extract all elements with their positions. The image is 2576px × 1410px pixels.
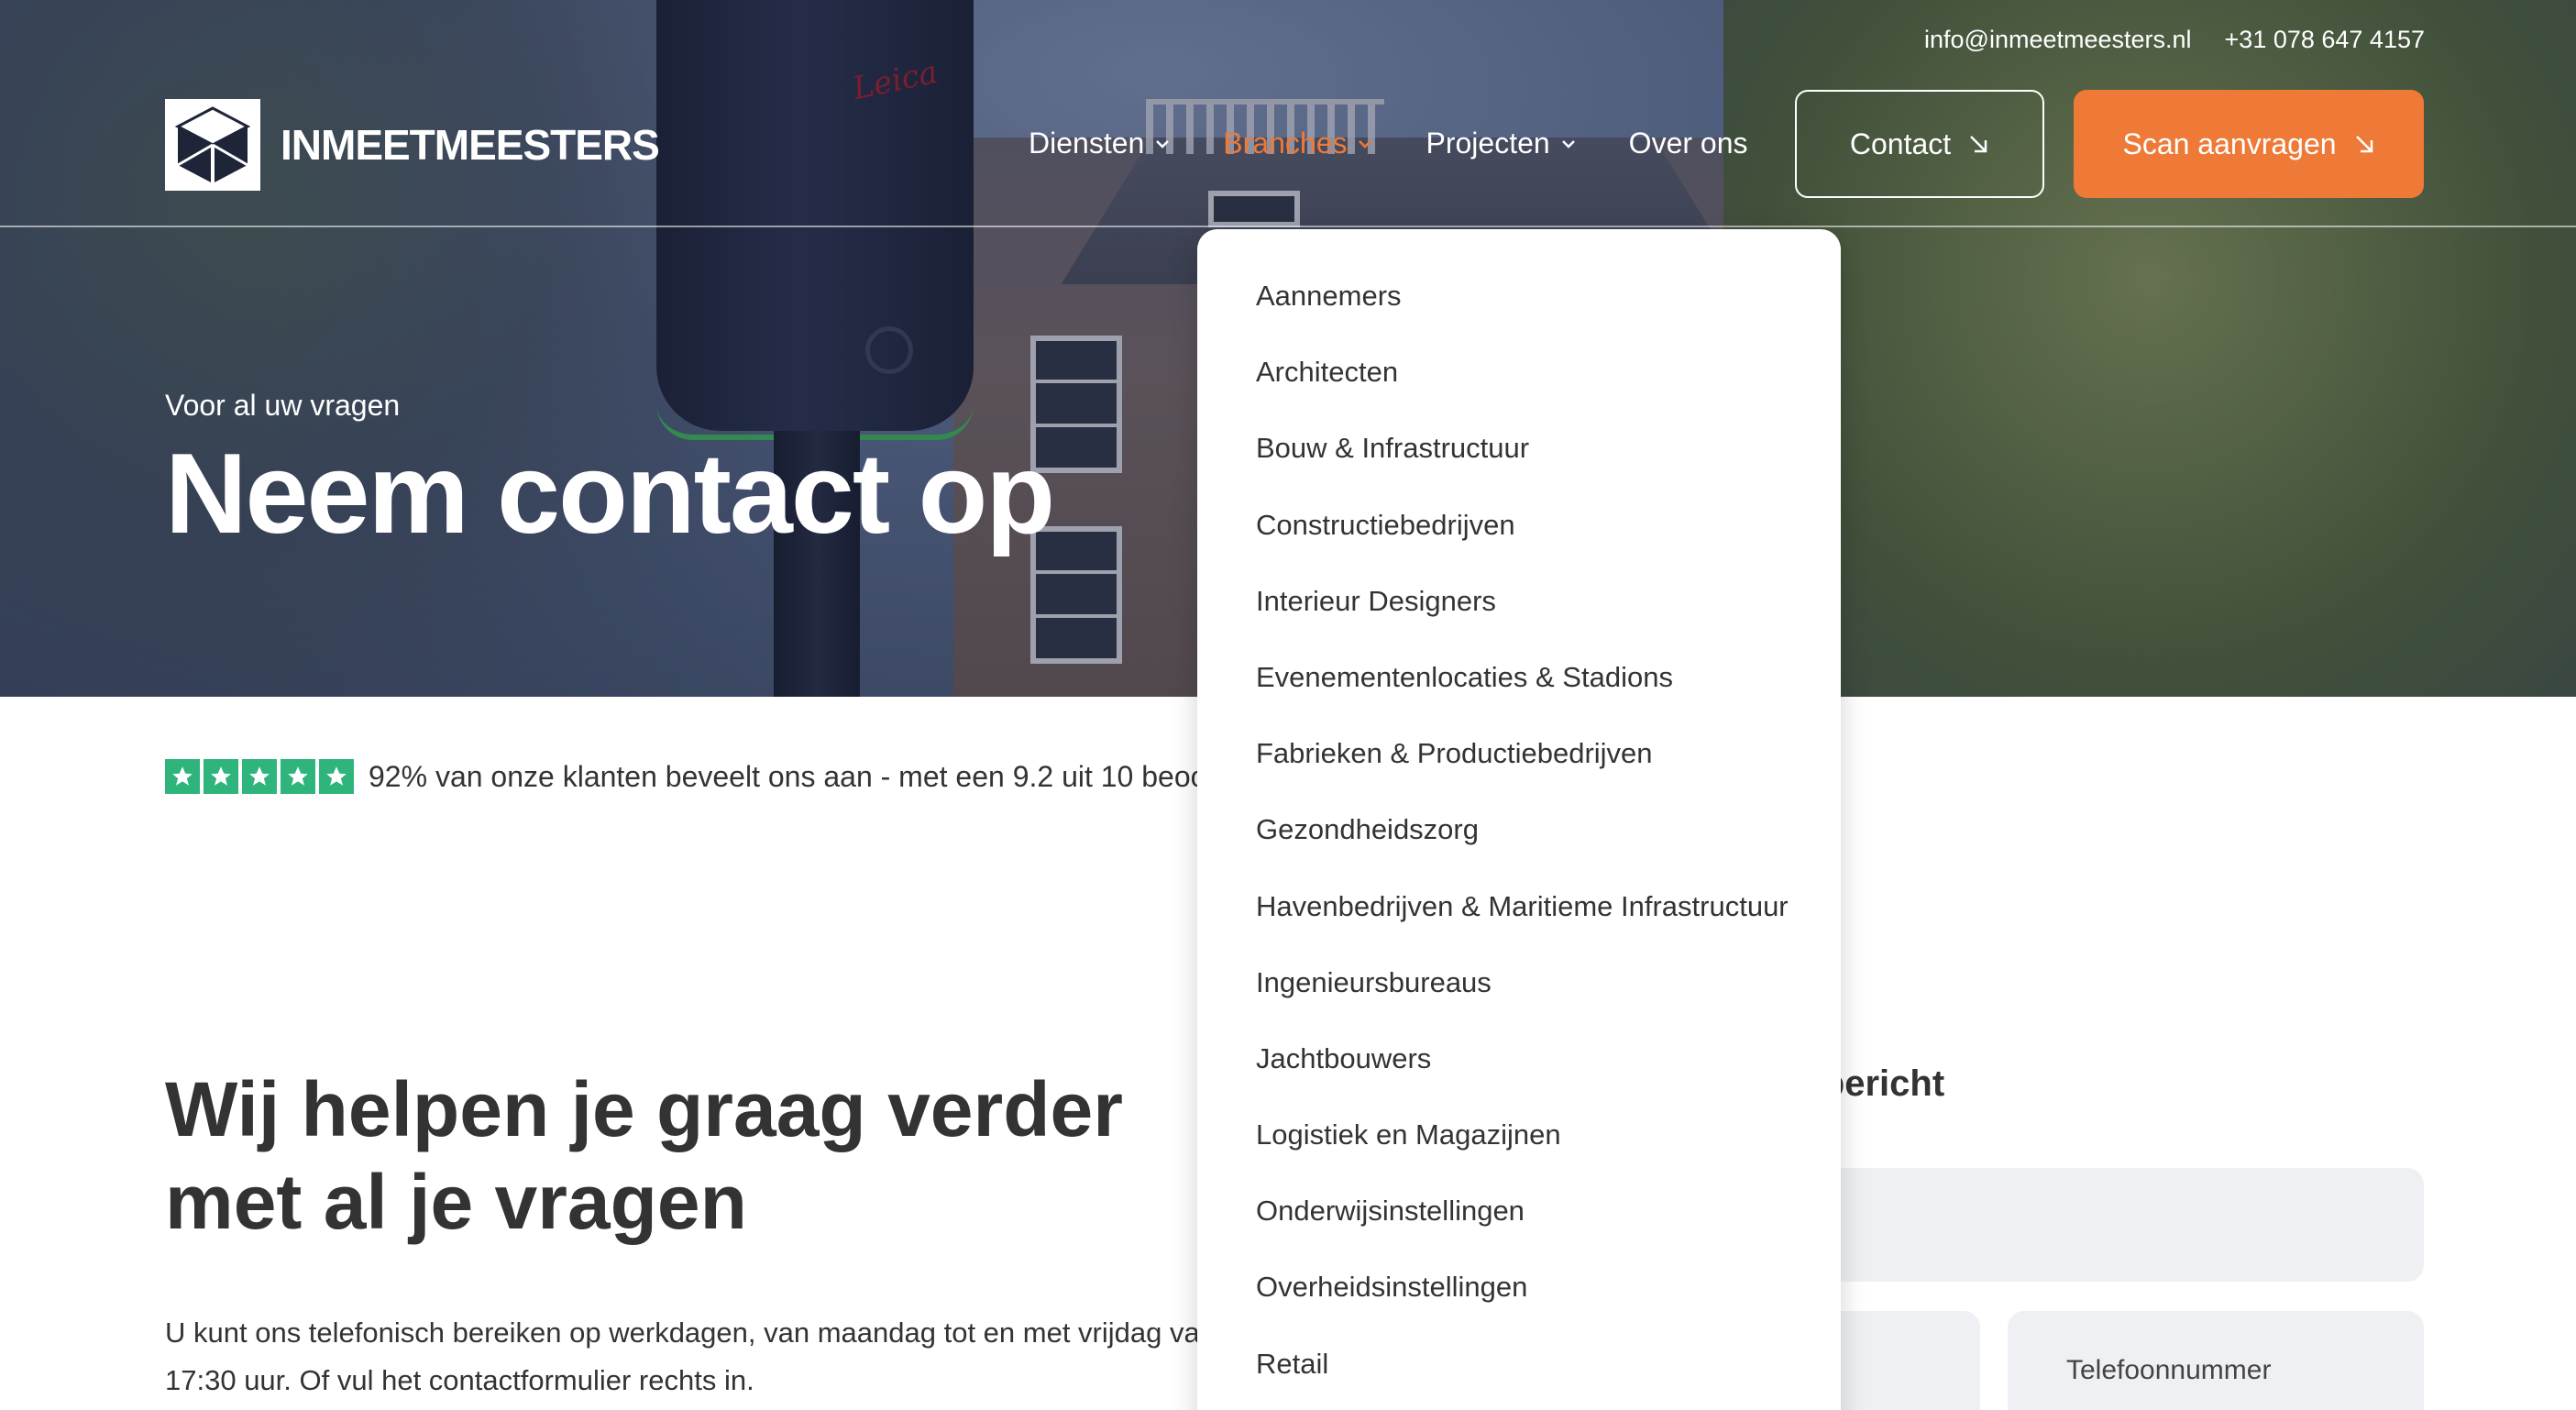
section-heading-line: met al je vragen	[165, 1158, 747, 1245]
dropdown-item-aannemers[interactable]: Aannemers	[1256, 264, 1841, 340]
nav-item-label: Diensten	[1029, 127, 1145, 160]
hero-title: Neem contact op	[165, 431, 1055, 557]
site-logo[interactable]: INMEETMEESTERS	[165, 99, 660, 191]
chevron-down-icon	[1561, 139, 1575, 149]
topbar: info@inmeetmeesters.nl +31 078 647 4157	[1924, 26, 2425, 54]
star-icon	[204, 759, 238, 794]
rating-stars	[165, 759, 354, 794]
dropdown-item-retail[interactable]: Retail	[1256, 1332, 1841, 1408]
logo-text: INMEETMEESTERS	[281, 121, 660, 169]
dropdown-item-jachtbouwers[interactable]: Jachtbouwers	[1256, 1027, 1841, 1103]
star-icon	[319, 759, 354, 794]
branches-dropdown-menu: Aannemers Architecten Bouw & Infrastruct…	[1197, 229, 1841, 1410]
dropdown-item-havenbedrijven[interactable]: Havenbedrijven & Maritieme Infrastructuu…	[1256, 875, 1841, 951]
nav-item-label: Over ons	[1628, 127, 1748, 160]
nav-item-projecten[interactable]: Projecten	[1426, 127, 1575, 160]
arrow-down-right-icon	[1970, 136, 1987, 153]
trust-text: 92% van onze klanten beveelt ons aan - m…	[369, 759, 1249, 793]
section-body: U kunt ons telefonisch bereiken op werkd…	[165, 1316, 1216, 1396]
nav-item-label: Branches	[1223, 127, 1348, 160]
star-icon	[165, 759, 200, 794]
nav-item-label: Projecten	[1426, 127, 1550, 160]
dropdown-item-constructiebedrijven[interactable]: Constructiebedrijven	[1256, 493, 1841, 569]
nav-item-diensten[interactable]: Diensten	[1029, 127, 1170, 160]
phone-field[interactable]: Telefoonnummer	[2008, 1311, 2424, 1410]
dropdown-item-architecten[interactable]: Architecten	[1256, 340, 1841, 416]
dropdown-item-fabrieken[interactable]: Fabrieken & Productiebedrijven	[1256, 722, 1841, 798]
dropdown-item-overheidsinstellingen[interactable]: Overheidsinstellingen	[1256, 1255, 1841, 1331]
nav-item-branches[interactable]: Branches	[1223, 127, 1372, 160]
dropdown-item-interieur-designers[interactable]: Interieur Designers	[1256, 569, 1841, 645]
logo-cube-icon	[165, 99, 260, 191]
dropdown-item-ingenieursbureaus[interactable]: Ingenieursbureaus	[1256, 951, 1841, 1027]
section-heading-line: Wij helpen je graag verder	[165, 1066, 1123, 1152]
arrow-down-right-icon	[2355, 136, 2372, 153]
dropdown-item-gezondheidszorg[interactable]: Gezondheidszorg	[1256, 798, 1841, 874]
section-heading: Wij helpen je graag verder met al je vra…	[165, 1063, 1265, 1249]
chevron-down-icon	[1156, 139, 1170, 149]
scan-aanvragen-button[interactable]: Scan aanvragen	[2074, 90, 2424, 198]
contact-button[interactable]: Contact	[1795, 90, 2044, 198]
dropdown-item-logistiek[interactable]: Logistiek en Magazijnen	[1256, 1103, 1841, 1179]
contact-button-label: Contact	[1849, 127, 1952, 160]
main-nav: Diensten Branches Projecten Over ons	[1029, 127, 1748, 160]
topbar-phone-link[interactable]: +31 078 647 4157	[2225, 26, 2425, 54]
phone-field-placeholder: Telefoonnummer	[2066, 1355, 2272, 1385]
hero-subtitle: Voor al uw vragen	[165, 389, 401, 422]
star-icon	[281, 759, 315, 794]
name-field[interactable]: am	[1745, 1168, 2424, 1282]
nav-item-over-ons[interactable]: Over ons	[1629, 127, 1748, 160]
dropdown-item-onderwijsinstellingen[interactable]: Onderwijsinstellingen	[1256, 1179, 1841, 1255]
scan-button-label: Scan aanvragen	[2122, 127, 2337, 160]
trustpilot-rating: 92% van onze klanten beveelt ons aan - m…	[165, 759, 1249, 794]
dropdown-item-bouw-infrastructuur[interactable]: Bouw & Infrastructuur	[1256, 416, 1841, 492]
star-icon	[242, 759, 277, 794]
dropdown-item-evenementenlocaties[interactable]: Evenementenlocaties & Stadions	[1256, 645, 1841, 722]
topbar-email-link[interactable]: info@inmeetmeesters.nl	[1924, 26, 2192, 54]
header-divider	[0, 226, 2576, 227]
chevron-down-icon	[1359, 139, 1372, 149]
